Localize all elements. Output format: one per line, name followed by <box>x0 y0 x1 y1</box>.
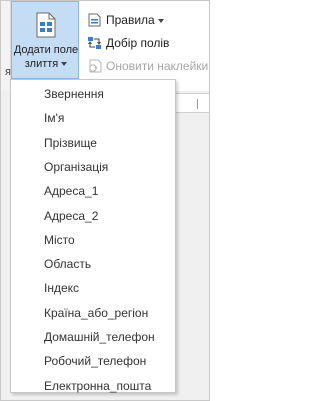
merge-field-item[interactable]: Звернення <box>11 82 175 106</box>
merge-field-item[interactable]: Домашній_телефон <box>11 325 175 349</box>
insert-merge-field-label-2-text: злиття <box>24 58 59 70</box>
rules-button[interactable]: Правила <box>87 10 209 30</box>
insert-merge-field-label-1: Додати поле <box>13 44 79 56</box>
ruler-tick <box>197 99 198 109</box>
merge-field-item[interactable]: Індекс <box>11 276 175 300</box>
merge-field-item[interactable]: Місто <box>11 228 175 252</box>
merge-field-item[interactable]: Країна_або_регіон <box>11 301 175 325</box>
insert-merge-field-button[interactable]: Додати поле злиття <box>11 1 79 79</box>
rules-label-text: Правила <box>106 13 155 27</box>
window-frame: я Додати поле злиття Правила Добір полів… <box>0 0 210 401</box>
merge-field-item[interactable]: Адреса_2 <box>11 204 175 228</box>
chevron-down-icon <box>157 18 164 23</box>
match-fields-button[interactable]: Добір полів <box>87 33 209 53</box>
document-field-icon <box>36 12 56 38</box>
merge-field-item[interactable]: Електронна_пошта <box>11 374 175 398</box>
merge-field-item[interactable]: Робочий_телефон <box>11 349 175 373</box>
update-labels-button[interactable]: Оновити наклейки <box>87 56 209 76</box>
merge-field-item[interactable]: Ім'я <box>11 106 175 130</box>
rules-icon <box>88 13 101 27</box>
ruler-strip <box>175 93 209 113</box>
match-fields-icon <box>88 37 101 49</box>
update-labels-label: Оновити наклейки <box>106 59 209 73</box>
merge-field-dropdown: Звернення Ім'я Прізвище Організація Адреса_1… <box>10 79 176 393</box>
merge-field-item[interactable]: Прізвище <box>11 131 175 155</box>
chevron-down-icon <box>61 62 68 67</box>
ribbon-left-edge: я <box>1 1 11 91</box>
merge-field-item[interactable]: Область <box>11 252 175 276</box>
merge-field-item[interactable]: Організація <box>11 155 175 179</box>
rules-label: Правила <box>106 10 164 30</box>
update-labels-icon <box>89 59 102 73</box>
ribbon: я Додати поле злиття Правила Добір полів… <box>1 1 209 91</box>
match-fields-label: Добір полів <box>106 36 170 50</box>
merge-field-item[interactable]: Адреса_1 <box>11 179 175 203</box>
insert-merge-field-label-2: злиття <box>12 58 80 71</box>
